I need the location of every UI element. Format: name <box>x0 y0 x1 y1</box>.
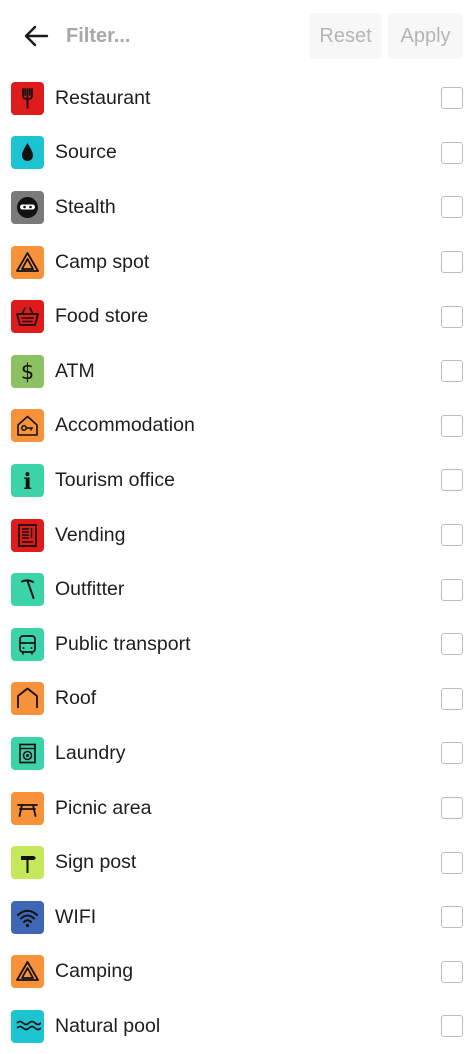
checkbox[interactable] <box>441 960 463 983</box>
top-bar: Reset Apply <box>0 0 473 72</box>
list-item[interactable]: WIFI <box>0 890 473 945</box>
arrow-left-icon <box>24 25 49 47</box>
list-item-label: Vending <box>55 523 126 546</box>
waves-icon <box>11 1009 44 1043</box>
house-key-icon <box>11 409 44 443</box>
picnic-table-icon <box>11 791 44 825</box>
list-item[interactable]: Stealth <box>0 180 473 235</box>
checkbox[interactable] <box>441 305 463 328</box>
list-item-label: Restaurant <box>55 86 151 109</box>
list-item-label: Outfitter <box>55 578 125 601</box>
svg-text:$: $ <box>21 360 34 384</box>
list-item-label: Tourism office <box>55 468 175 491</box>
list-item[interactable]: Public transport <box>0 617 473 672</box>
checkbox[interactable] <box>441 906 463 929</box>
washing-machine-icon <box>11 736 44 770</box>
apply-button[interactable]: Apply <box>388 13 463 59</box>
filter-input[interactable] <box>64 23 288 49</box>
checkbox[interactable] <box>441 196 463 219</box>
pickaxe-icon <box>11 573 44 607</box>
list-item[interactable]: Outfitter <box>0 562 473 617</box>
list-item-label: Camp spot <box>55 250 150 273</box>
water-drop-icon <box>11 136 44 170</box>
wifi-icon <box>11 900 44 934</box>
checkbox[interactable] <box>441 742 463 765</box>
info-icon: i <box>11 463 44 497</box>
list-item[interactable]: Restaurant <box>0 71 473 126</box>
checkbox[interactable] <box>441 851 463 874</box>
list-item[interactable]: i Tourism office <box>0 453 473 508</box>
reset-button[interactable]: Reset <box>309 13 382 59</box>
list-item-label: Stealth <box>55 195 116 218</box>
list-item-label: Source <box>55 141 117 164</box>
list-item-label: Public transport <box>55 632 191 655</box>
checkbox[interactable] <box>441 251 463 274</box>
signpost-icon <box>11 846 44 880</box>
list-item[interactable]: Picnic area <box>0 781 473 836</box>
list-item[interactable]: Source <box>0 126 473 181</box>
checkbox[interactable] <box>441 578 463 601</box>
list-item-label: Accommodation <box>55 414 195 437</box>
roof-icon <box>11 682 44 716</box>
list-item[interactable]: Vending <box>0 508 473 563</box>
checkbox[interactable] <box>441 687 463 710</box>
list-item-label: Picnic area <box>55 796 152 819</box>
list-item-label: Roof <box>55 687 97 710</box>
svg-text:i: i <box>23 469 31 494</box>
dollar-icon: $ <box>11 354 44 388</box>
tent-icon <box>11 245 44 279</box>
fork-icon <box>11 81 44 115</box>
list-item[interactable]: Roof <box>0 672 473 727</box>
list-item-label: Laundry <box>55 741 126 764</box>
list-item-label: WIFI <box>55 905 97 928</box>
checkbox[interactable] <box>441 1015 463 1038</box>
list-item[interactable]: Sign post <box>0 835 473 890</box>
vending-machine-icon <box>11 518 44 552</box>
list-item-label: Camping <box>55 960 134 983</box>
list-item[interactable]: Natural pool <box>0 999 473 1054</box>
checkbox[interactable] <box>441 141 463 164</box>
category-list: Restaurant Source Stealth Camp spot Food sto… <box>0 71 473 1054</box>
list-item[interactable]: $ ATM <box>0 344 473 399</box>
checkbox[interactable] <box>441 87 463 110</box>
list-item-label: Food store <box>55 305 149 328</box>
list-item[interactable]: Food store <box>0 289 473 344</box>
checkbox[interactable] <box>441 414 463 437</box>
list-item-label: ATM <box>55 359 95 382</box>
checkbox[interactable] <box>441 797 463 820</box>
checkbox[interactable] <box>441 469 463 492</box>
list-item-label: Sign post <box>55 851 137 874</box>
checkbox[interactable] <box>441 360 463 383</box>
list-item[interactable]: Laundry <box>0 726 473 781</box>
ninja-icon <box>11 190 44 224</box>
bus-icon <box>11 627 44 661</box>
tent-icon <box>11 955 44 989</box>
list-item[interactable]: Camp spot <box>0 235 473 290</box>
basket-icon <box>11 300 44 334</box>
list-item-label: Natural pool <box>55 1014 161 1037</box>
list-item[interactable]: Camping <box>0 945 473 1000</box>
list-item[interactable]: Accommodation <box>0 399 473 454</box>
checkbox[interactable] <box>441 524 463 547</box>
back-button[interactable] <box>14 14 58 58</box>
checkbox[interactable] <box>441 633 463 656</box>
